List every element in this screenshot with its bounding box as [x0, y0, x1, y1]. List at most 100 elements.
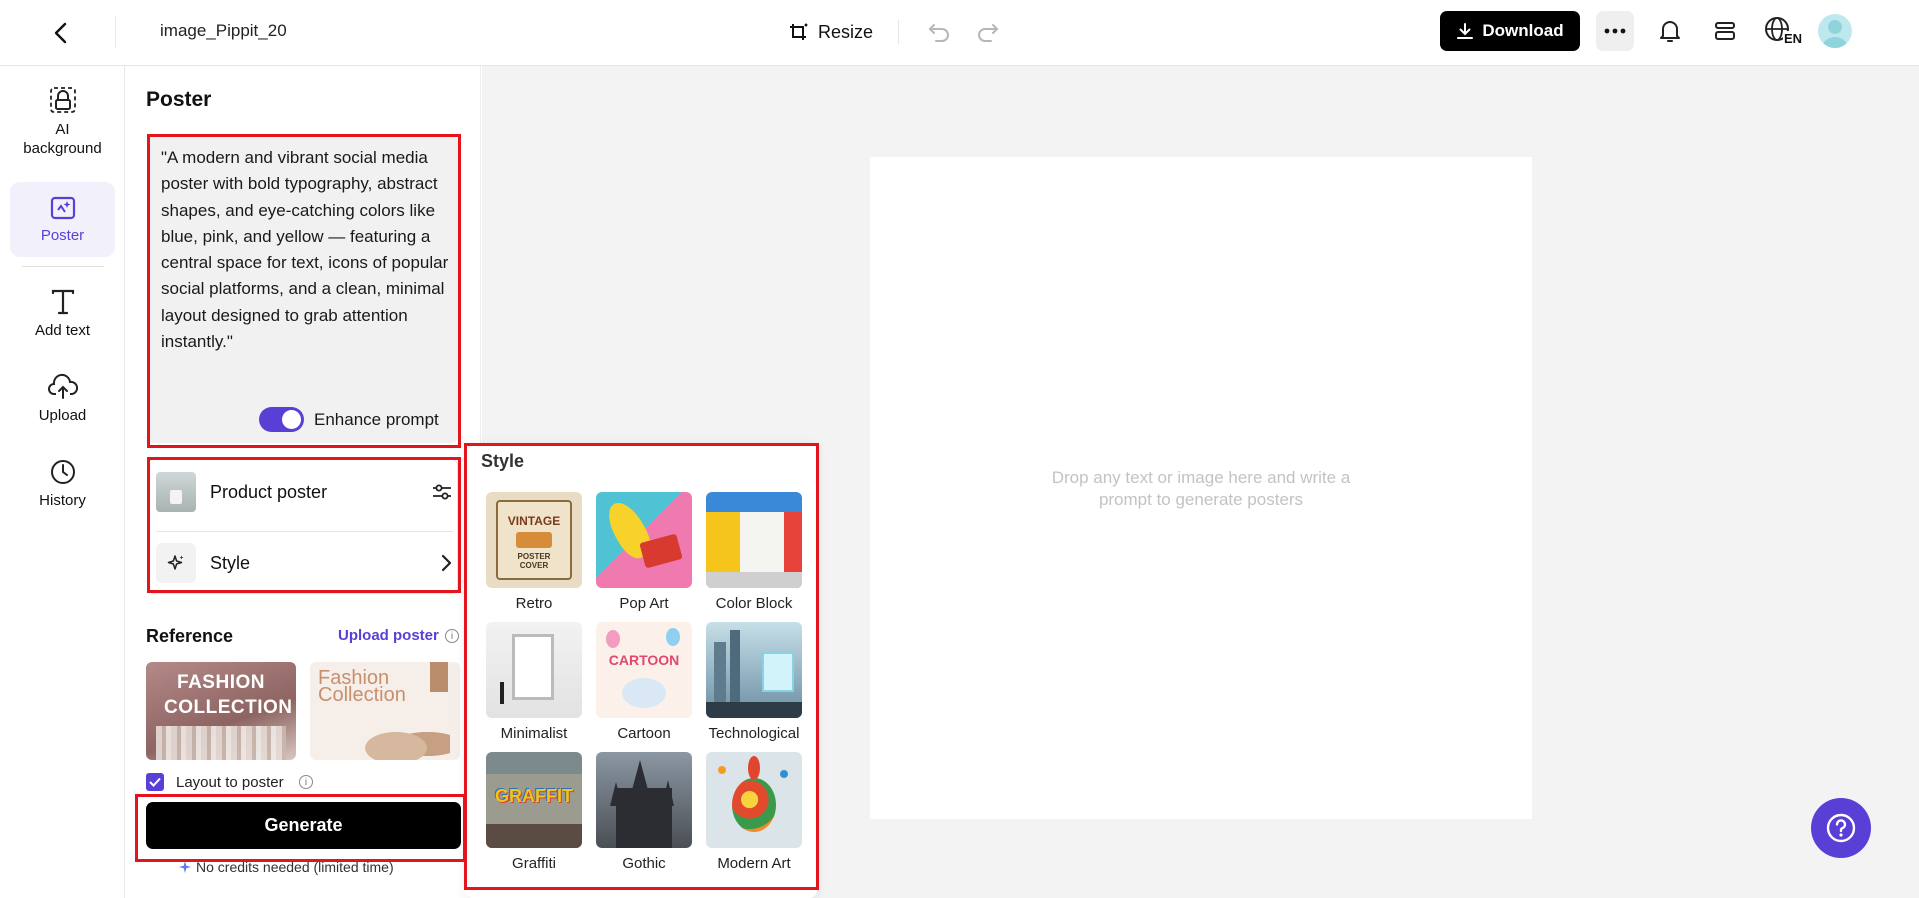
style-card-minimalist[interactable]: Minimalist: [486, 622, 582, 742]
minimalist-thumbnail: [486, 622, 582, 718]
pop-art-thumbnail: [596, 492, 692, 588]
options-divider: [156, 531, 453, 532]
download-label: Download: [1482, 21, 1564, 40]
graffiti-thumbnail-title: GRAFFIT: [495, 786, 573, 806]
nav-label-upload: Upload: [38, 407, 87, 424]
avatar[interactable]: [1818, 14, 1852, 48]
nav-item-ai-background[interactable]: AI background: [10, 86, 115, 158]
redo-icon: [978, 24, 999, 42]
nav-label-history: History: [39, 492, 86, 509]
text-icon: [51, 289, 74, 315]
sliders-icon[interactable]: [431, 482, 453, 502]
stack-layers-icon: [1715, 22, 1735, 40]
sparkle-small-icon: [179, 861, 191, 873]
sparkle-icon: [167, 555, 184, 570]
enhance-prompt-label: Enhance prompt: [314, 410, 439, 429]
style-card-gothic[interactable]: Gothic: [596, 752, 692, 872]
layout-to-poster-checkbox[interactable]: [146, 773, 164, 791]
style-label-gothic: Gothic: [622, 855, 666, 872]
style-selector[interactable]: Style: [156, 540, 453, 586]
style-label-minimalist: Minimalist: [500, 725, 568, 742]
cartoon-thumbnail: CARTOON: [596, 622, 692, 718]
more-dots-icon: [1604, 28, 1626, 34]
reference-thumbnail-2[interactable]: Fashion Collection: [310, 662, 460, 760]
style-popup-title: Style: [481, 451, 525, 471]
style-label-graffiti: Graffiti: [512, 855, 556, 872]
style-label-retro: Retro: [515, 595, 553, 612]
workspace-button[interactable]: [1710, 16, 1740, 46]
poster-type-label: Product poster: [210, 481, 328, 502]
credits-note-text: No credits needed (limited time): [196, 859, 394, 875]
download-icon: [1457, 23, 1474, 39]
sparkle-icon-box: [156, 543, 196, 583]
nav-label-add-text: Add text: [34, 322, 91, 339]
style-label: Style: [210, 552, 251, 573]
back-button[interactable]: [46, 18, 76, 48]
shoes-image: [360, 720, 450, 760]
nav-label-poster: Poster: [40, 227, 85, 244]
nav-divider: [22, 266, 104, 267]
info-icon[interactable]: i: [445, 629, 459, 643]
download-button[interactable]: Download: [1440, 11, 1580, 51]
style-label-cartoon: Cartoon: [617, 725, 671, 742]
style-label-modern-art: Modern Art: [717, 855, 791, 872]
style-card-pop-art[interactable]: Pop Art: [596, 492, 692, 612]
graffiti-thumbnail: GRAFFIT: [486, 752, 582, 848]
check-icon: [149, 777, 161, 787]
header-divider-2: [898, 20, 899, 44]
poster-icon: [50, 196, 75, 220]
reference-1-text: FASHION COLLECTION: [164, 672, 293, 718]
resize-icon: [790, 23, 808, 40]
chevron-left-icon: [54, 22, 67, 44]
generate-button[interactable]: Generate: [146, 802, 461, 849]
language-button[interactable]: EN: [1764, 14, 1804, 48]
bell-icon: [1660, 21, 1680, 42]
style-card-graffiti[interactable]: GRAFFIT Graffiti: [486, 752, 582, 872]
nav-item-history[interactable]: History: [10, 458, 115, 509]
style-card-color-block[interactable]: Color Block: [706, 492, 802, 612]
technological-thumbnail: [706, 622, 802, 718]
cartoon-thumbnail-title: CARTOON: [608, 652, 680, 668]
undo-icon: [928, 24, 949, 42]
reference-thumbnail-1[interactable]: FASHION COLLECTION: [146, 662, 296, 760]
style-card-technological[interactable]: Technological: [706, 622, 802, 742]
notifications-button[interactable]: [1655, 16, 1685, 46]
resize-button[interactable]: Resize: [786, 17, 873, 47]
retro-thumbnail: VINTAGE POSTER COVER: [486, 492, 582, 588]
panel-title: Poster: [146, 88, 212, 111]
nav-label-ai-background: AI background: [23, 121, 102, 157]
nav-item-add-text[interactable]: Add text: [10, 288, 115, 339]
style-card-modern-art[interactable]: Modern Art: [706, 752, 802, 872]
style-card-retro[interactable]: VINTAGE POSTER COVER Retro: [486, 492, 582, 612]
product-poster-thumbnail: [156, 472, 196, 512]
clock-icon: [50, 460, 75, 484]
reference-heading: Reference: [146, 626, 234, 646]
layout-info-icon[interactable]: i: [299, 775, 313, 789]
layout-to-poster-label: Layout to poster: [176, 774, 284, 791]
gothic-thumbnail: [596, 752, 692, 848]
file-name[interactable]: image_Pippit_20: [160, 21, 287, 41]
clothing-rack-image: [156, 726, 286, 760]
upload-poster-link[interactable]: Upload poster: [338, 627, 439, 644]
nav-item-poster[interactable]: Poster: [10, 182, 115, 257]
prompt-text[interactable]: "A modern and vibrant social media poste…: [161, 145, 451, 355]
help-button[interactable]: [1811, 798, 1871, 858]
upload-cloud-icon: [47, 373, 78, 399]
more-options-button[interactable]: [1596, 11, 1634, 51]
chevron-right-icon: [441, 554, 452, 572]
modern-art-thumbnail: [706, 752, 802, 848]
top-bar: image_Pippit_20 Resize Download EN: [0, 0, 1919, 66]
left-nav: AI background Poster Add text Upload His…: [0, 66, 125, 898]
canvas-drop-hint: Drop any text or image here and write a …: [1051, 468, 1351, 509]
credits-note: No credits needed (limited time): [178, 859, 394, 875]
style-label-pop-art: Pop Art: [619, 595, 669, 612]
resize-label: Resize: [818, 21, 874, 42]
style-card-cartoon[interactable]: CARTOON Cartoon: [596, 622, 692, 742]
price-tag-image: [430, 662, 448, 692]
redo-button[interactable]: [973, 17, 1003, 47]
user-avatar-icon: [1822, 20, 1848, 48]
poster-type-selector[interactable]: Product poster: [156, 469, 453, 515]
enhance-prompt-toggle[interactable]: [259, 407, 304, 432]
undo-button[interactable]: [924, 17, 954, 47]
nav-item-upload[interactable]: Upload: [10, 373, 115, 424]
